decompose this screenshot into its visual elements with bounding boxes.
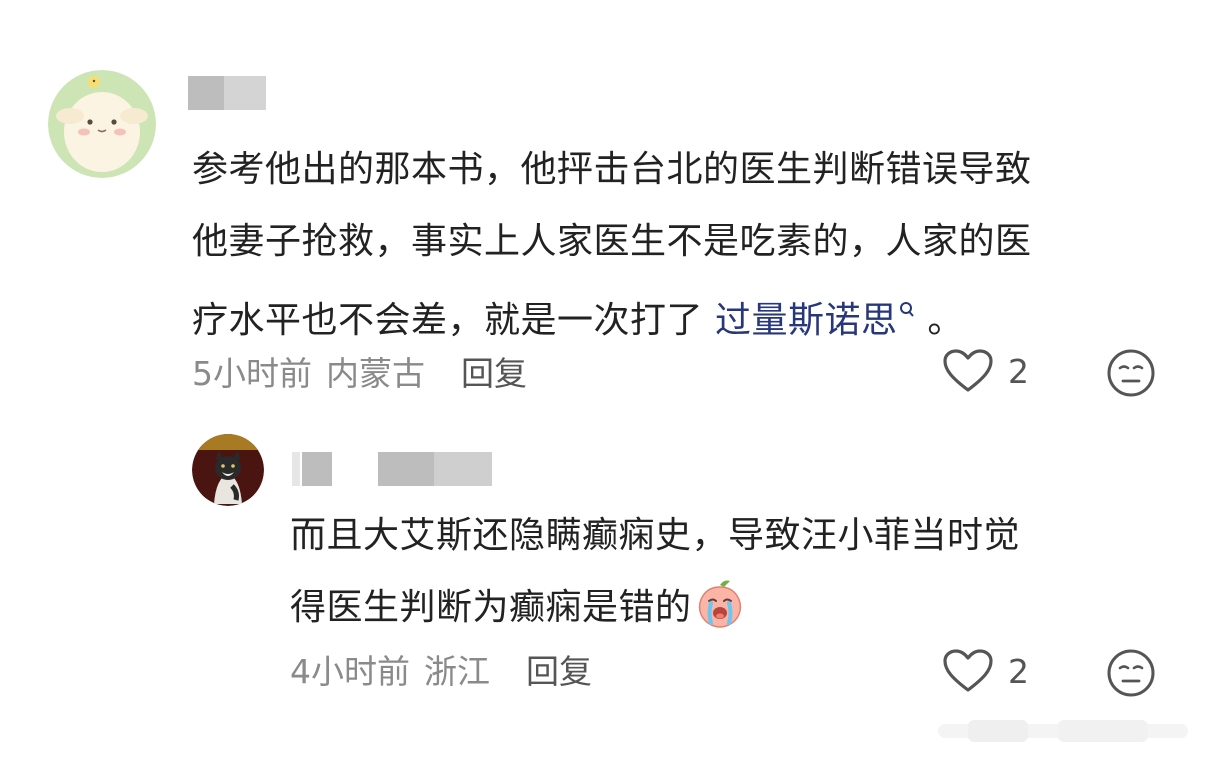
- username-redacted[interactable]: [188, 76, 266, 110]
- user-avatar[interactable]: [192, 434, 264, 506]
- username-redacted[interactable]: [292, 452, 492, 486]
- comment-text-line: 参考他出的那本书，他抨击台北的医生判断错误导致: [192, 149, 1032, 190]
- comment-time: 4小时前: [290, 652, 410, 691]
- crying-peach-emoji-icon: [694, 577, 746, 629]
- watermark: [938, 706, 1188, 754]
- comment-time: 5小时前: [192, 354, 312, 393]
- like-count: 2: [1008, 651, 1029, 691]
- user-avatar[interactable]: [48, 70, 156, 178]
- reply-button[interactable]: 回复: [461, 347, 527, 395]
- comment-location: 内蒙古: [326, 354, 425, 393]
- comment-text: 而且大艾斯还隐瞒癫痫史，导致汪小菲当时觉 得医生判断为癫痫是错的: [290, 500, 1170, 644]
- comment-text-line: 他妻子抢救，事实上人家医生不是吃素的，人家的医: [192, 221, 1032, 262]
- reply-button[interactable]: 回复: [526, 645, 592, 693]
- comment-text-segment: 得医生判断为癫痫是错的: [290, 587, 692, 628]
- dislike-button[interactable]: [1106, 648, 1156, 702]
- comment-text-segment: 疗水平也不会差，就是一次打了: [192, 300, 715, 341]
- heart-icon: [943, 349, 993, 392]
- dislike-button[interactable]: [1106, 348, 1156, 402]
- comment-text: 参考他出的那本书，他抨击台北的医生判断错误导致 他妻子抢救，事实上人家医生不是吃…: [192, 134, 1172, 357]
- meh-face-icon: [1107, 649, 1155, 697]
- comment-text-line: 而且大艾斯还隐瞒癫痫史，导致汪小菲当时觉: [290, 515, 1021, 556]
- like-button[interactable]: 2: [942, 648, 1029, 694]
- heart-icon: [943, 649, 993, 692]
- meh-face-icon: [1107, 349, 1155, 397]
- like-button[interactable]: 2: [942, 348, 1029, 394]
- comment-text-segment: 。: [915, 300, 964, 341]
- cat-avatar-icon: [192, 434, 264, 506]
- search-link[interactable]: 过量斯诺思: [715, 300, 898, 341]
- comment-text-line: 得医生判断为癫痫是错的: [290, 572, 1170, 644]
- comment-location: 浙江: [424, 652, 490, 691]
- like-count: 2: [1008, 351, 1029, 391]
- comment-meta: 4小时前 浙江 回复: [290, 644, 592, 694]
- sheep-avatar-icon: [48, 70, 156, 178]
- comment-meta: 5小时前 内蒙古 回复: [192, 346, 527, 396]
- search-icon[interactable]: [899, 278, 915, 350]
